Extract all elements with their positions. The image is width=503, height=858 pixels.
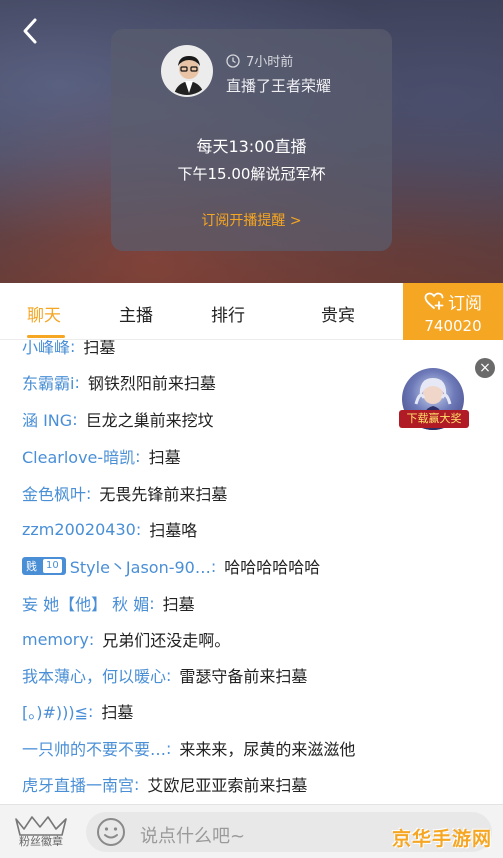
chat-text: 扫墓 (148, 448, 181, 467)
chat-message: 我本薄心，何以暖心: 雷瑟守备前来扫墓 (22, 663, 307, 687)
chat-username[interactable]: Style丶Jason-90… (70, 554, 211, 578)
chat-message: 虎牙直播一南宫: 艾欧尼亚亚索前来扫墓 (22, 772, 307, 796)
chat-username[interactable]: zzm20020430 (22, 520, 136, 539)
chat-message: zzm20020430: 扫墓咯 (22, 517, 197, 541)
offline-banner: 7小时前 直播了王者荣耀 每天13:00直播 下午15.00解说冠军杯 订阅开播… (0, 0, 503, 283)
chat-message: 金色枫叶: 无畏先锋前来扫墓 (22, 481, 227, 505)
chat-message: memory: 兄弟们还没走啊。 (22, 627, 230, 651)
chat-message: 贱 10 Style丶Jason-90…: 哈哈哈哈哈哈 (22, 554, 320, 578)
fan-level-badge: 贱 10 (22, 557, 66, 575)
fan-badge-button[interactable]: 粉丝徽章 (8, 815, 74, 851)
tab-ranking[interactable]: 排行 (211, 301, 245, 326)
chat-username[interactable]: 金色枫叶 (22, 481, 86, 505)
chat-text: 无畏先锋前来扫墓 (99, 485, 228, 504)
clock-icon (226, 53, 240, 68)
chat-username[interactable]: Clearlove-暗凯 (22, 444, 135, 468)
chat-message: 涵 ING: 巨龙之巢前来挖坟 (22, 407, 214, 431)
chat-text: 兄弟们还没走啊。 (102, 631, 231, 650)
back-button[interactable] (14, 14, 48, 48)
chat-username[interactable]: [。)#)))≦ (22, 699, 88, 723)
download-prize-ad[interactable]: 下载赢大奖 (399, 368, 469, 430)
subscriber-count: 740020 (424, 316, 482, 335)
chat-text: 哈哈哈哈哈哈 (224, 558, 321, 577)
played-game-text: 直播了王者荣耀 (226, 77, 332, 95)
chat-message: 小峰峰: 扫墓 (22, 340, 115, 358)
tab-streamer[interactable]: 主播 (119, 301, 153, 326)
time-ago-text: 7小时前 (246, 55, 294, 70)
chat-text: 钢铁烈阳前来扫墓 (87, 374, 216, 393)
tab-chat[interactable]: 聊天 (27, 301, 61, 326)
tab-bar: 聊天 主播 排行 贵宾 订阅 740020 (0, 283, 503, 340)
chat-username[interactable]: 一只帅的不要不要… (22, 736, 166, 760)
chat-text: 扫墓 (162, 595, 195, 614)
chat-message: 东霸霸i: 钢铁烈阳前来扫墓 (22, 370, 216, 394)
chat-username[interactable]: 虎牙直播一南宫 (22, 772, 134, 796)
schedule-line-2: 下午15.00解说冠军杯 (177, 165, 326, 183)
chat-text: 扫墓咯 (149, 521, 198, 540)
chat-message: [。)#)))≦: 扫墓 (22, 699, 133, 723)
emoji-icon[interactable] (96, 817, 126, 847)
tab-vip[interactable]: 贵宾 (321, 301, 355, 326)
streamer-avatar[interactable] (161, 45, 213, 97)
chat-input-placeholder: 说点什么吧~ (140, 826, 246, 847)
chat-username[interactable]: 妄 她【他】 秋 媚 (22, 591, 149, 615)
chat-username[interactable]: 小峰峰 (22, 340, 70, 358)
subscribe-label: 订阅 (448, 293, 482, 314)
subscribe-remind-link[interactable]: 订阅开播提醒 > (111, 210, 392, 230)
chat-text: 艾欧尼亚亚索前来扫墓 (147, 776, 308, 795)
chevron-left-icon (23, 18, 37, 44)
chat-text: 雷瑟守备前来扫墓 (179, 667, 308, 686)
chat-message: 一只帅的不要不要…: 来来来，尿黄的来滋滋他 (22, 736, 355, 760)
chat-text: 来来来，尿黄的来滋滋他 (179, 740, 356, 759)
chat-username[interactable]: 我本薄心，何以暖心 (22, 663, 166, 687)
chat-text: 扫墓 (83, 340, 116, 357)
subscribe-button[interactable]: 订阅 740020 (403, 283, 503, 340)
site-watermark: 京华手游网 (392, 828, 493, 850)
chat-username[interactable]: 涵 ING (22, 407, 72, 431)
time-ago-row: 7小时前 (226, 51, 293, 70)
chat-message: 妄 她【他】 秋 媚: 扫墓 (22, 591, 195, 615)
streamer-info-card: 7小时前 直播了王者荣耀 每天13:00直播 下午15.00解说冠军杯 订阅开播… (111, 29, 392, 251)
ad-close-button[interactable]: × (475, 358, 495, 378)
chat-username[interactable]: 东霸霸i (22, 370, 74, 394)
chat-message: Clearlove-暗凯: 扫墓 (22, 444, 181, 468)
heart-plus-icon (424, 292, 444, 310)
chat-username[interactable]: memory (22, 630, 89, 649)
active-tab-indicator (27, 335, 65, 338)
fan-badge-label: 粉丝徽章 (19, 835, 63, 848)
ad-label: 下载赢大奖 (399, 410, 469, 428)
chat-text: 巨龙之巢前来挖坟 (85, 411, 214, 430)
schedule-line-1: 每天13:00直播 (196, 137, 307, 156)
chat-text: 扫墓 (101, 703, 134, 722)
